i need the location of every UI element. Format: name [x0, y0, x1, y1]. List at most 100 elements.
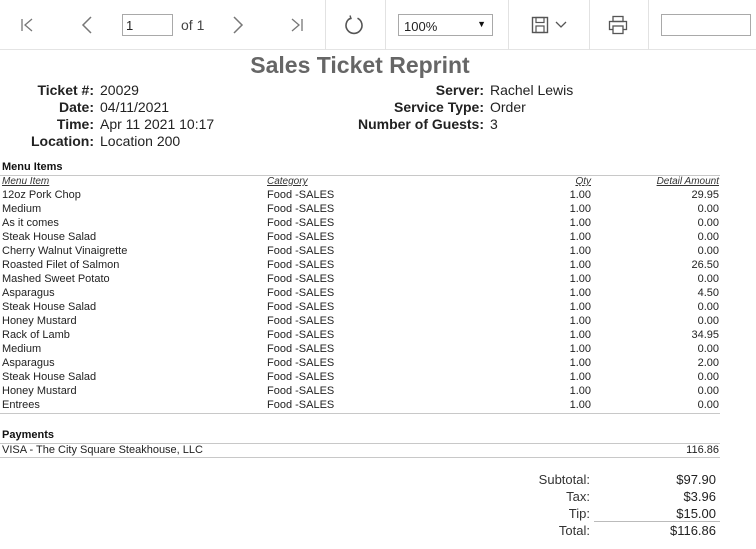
menu-items-table: 12oz Pork Chop Food -SALES 1.00 29.95 Mediu… [0, 189, 720, 413]
cell-item: Roasted Filet of Salmon [2, 259, 120, 271]
cell-category: Food -SALES [267, 343, 335, 355]
section-divider [0, 175, 720, 176]
cell-item: Steak House Salad [2, 371, 97, 383]
table-row: As it comes Food -SALES 1.00 0.00 [0, 217, 720, 231]
cell-amount: 34.95 [691, 329, 719, 341]
ticket-number-value: 20029 [100, 82, 139, 98]
cell-qty: 1.00 [569, 399, 591, 411]
guests-label: Number of Guests: [357, 116, 484, 132]
cell-amount: 29.95 [691, 189, 719, 201]
cell-qty: 1.00 [569, 343, 591, 355]
table-row: Steak House Salad Food -SALES 1.00 0.00 [0, 371, 720, 385]
cell-item: Asparagus [2, 357, 55, 369]
cell-item: Medium [2, 343, 42, 355]
cell-category: Food -SALES [267, 399, 335, 411]
cell-qty: 1.00 [569, 217, 591, 229]
previous-page-button[interactable] [70, 0, 104, 50]
payments-heading: Payments [2, 429, 54, 441]
column-header-amount: Detail Amount [656, 176, 719, 187]
total-value: $116.86 [669, 523, 716, 538]
zoom-select[interactable]: 100% ▼ [398, 14, 493, 36]
table-row: Medium Food -SALES 1.00 0.00 [0, 203, 720, 217]
time-value: Apr 11 2021 10:17 [100, 116, 215, 132]
table-row: Asparagus Food -SALES 1.00 4.50 [0, 287, 720, 301]
cell-category: Food -SALES [267, 217, 335, 229]
cell-qty: 1.00 [569, 385, 591, 397]
cell-qty: 1.00 [569, 189, 591, 201]
next-page-button[interactable] [221, 0, 255, 50]
cell-qty: 1.00 [569, 329, 591, 341]
ticket-number-label: Ticket #: [37, 82, 94, 98]
search-input[interactable] [661, 14, 751, 36]
service-type-label: Service Type: [393, 99, 484, 115]
cell-amount: 0.00 [697, 245, 719, 257]
payment-divider [0, 457, 720, 458]
tax-label: Tax: [566, 489, 590, 504]
payment-amount: 116.86 [686, 444, 719, 456]
guests-value: 3 [490, 116, 498, 132]
toolbar-divider [589, 0, 590, 50]
first-page-button[interactable] [10, 0, 44, 50]
tip-value: $15.00 [676, 506, 716, 521]
cell-category: Food -SALES [267, 385, 335, 397]
cell-category: Food -SALES [267, 203, 335, 215]
cell-item: Medium [2, 203, 42, 215]
cell-item: Rack of Lamb [2, 329, 70, 341]
table-row: Honey Mustard Food -SALES 1.00 0.00 [0, 385, 720, 399]
server-value: Rachel Lewis [490, 82, 574, 98]
cell-item: Steak House Salad [2, 231, 97, 243]
cell-qty: 1.00 [569, 245, 591, 257]
table-row: Entrees Food -SALES 1.00 0.00 [0, 399, 720, 413]
table-bottom-divider [0, 413, 720, 414]
location-label: Location: [31, 133, 94, 149]
page-number-input[interactable] [122, 14, 173, 36]
last-page-button[interactable] [280, 0, 314, 50]
last-page-icon [291, 18, 303, 32]
cell-qty: 1.00 [569, 259, 591, 271]
cell-category: Food -SALES [267, 315, 335, 327]
cell-amount: 0.00 [697, 231, 719, 243]
cell-amount: 2.00 [697, 357, 719, 369]
total-divider [594, 521, 720, 522]
table-row: Steak House Salad Food -SALES 1.00 0.00 [0, 301, 720, 315]
cell-category: Food -SALES [267, 357, 335, 369]
table-row: Roasted Filet of Salmon Food -SALES 1.00 26… [0, 259, 720, 273]
table-row: Rack of Lamb Food -SALES 1.00 34.95 [0, 329, 720, 343]
location-value: Location 200 [100, 133, 181, 149]
table-row: Mashed Sweet Potato Food -SALES 1.00 0.00 [0, 273, 720, 287]
cell-item: Steak House Salad [2, 301, 97, 313]
refresh-icon [345, 15, 363, 35]
date-label: Date: [58, 99, 94, 115]
cell-qty: 1.00 [569, 273, 591, 285]
cell-item: Mashed Sweet Potato [2, 273, 110, 285]
column-header-category: Category [267, 176, 308, 187]
cell-category: Food -SALES [267, 273, 335, 285]
cell-item: Cherry Walnut Vinaigrette [2, 245, 128, 257]
table-row: Steak House Salad Food -SALES 1.00 0.00 [0, 231, 720, 245]
export-button[interactable] [524, 0, 574, 50]
tax-value: $3.96 [683, 489, 716, 504]
subtotal-value: $97.90 [676, 472, 716, 487]
cell-amount: 4.50 [697, 287, 719, 299]
column-header-qty: Qty [575, 176, 591, 187]
time-label: Time: [56, 116, 94, 132]
cell-qty: 1.00 [569, 357, 591, 369]
table-row: Honey Mustard Food -SALES 1.00 0.00 [0, 315, 720, 329]
cell-qty: 1.00 [569, 371, 591, 383]
cell-item: Honey Mustard [2, 385, 77, 397]
cell-category: Food -SALES [267, 245, 335, 257]
refresh-button[interactable] [337, 0, 371, 50]
cell-item: 12oz Pork Chop [2, 189, 81, 201]
cell-amount: 0.00 [697, 273, 719, 285]
cell-item: Asparagus [2, 287, 55, 299]
save-icon [531, 16, 549, 34]
date-value: 04/11/2021 [100, 99, 170, 115]
cell-qty: 1.00 [569, 287, 591, 299]
toolbar-divider [508, 0, 509, 50]
cell-amount: 0.00 [697, 399, 719, 411]
chevron-left-icon [81, 16, 92, 34]
print-button[interactable] [600, 0, 636, 50]
table-row: Cherry Walnut Vinaigrette Food -SALES 1.00… [0, 245, 720, 259]
cell-category: Food -SALES [267, 301, 335, 313]
cell-category: Food -SALES [267, 189, 335, 201]
